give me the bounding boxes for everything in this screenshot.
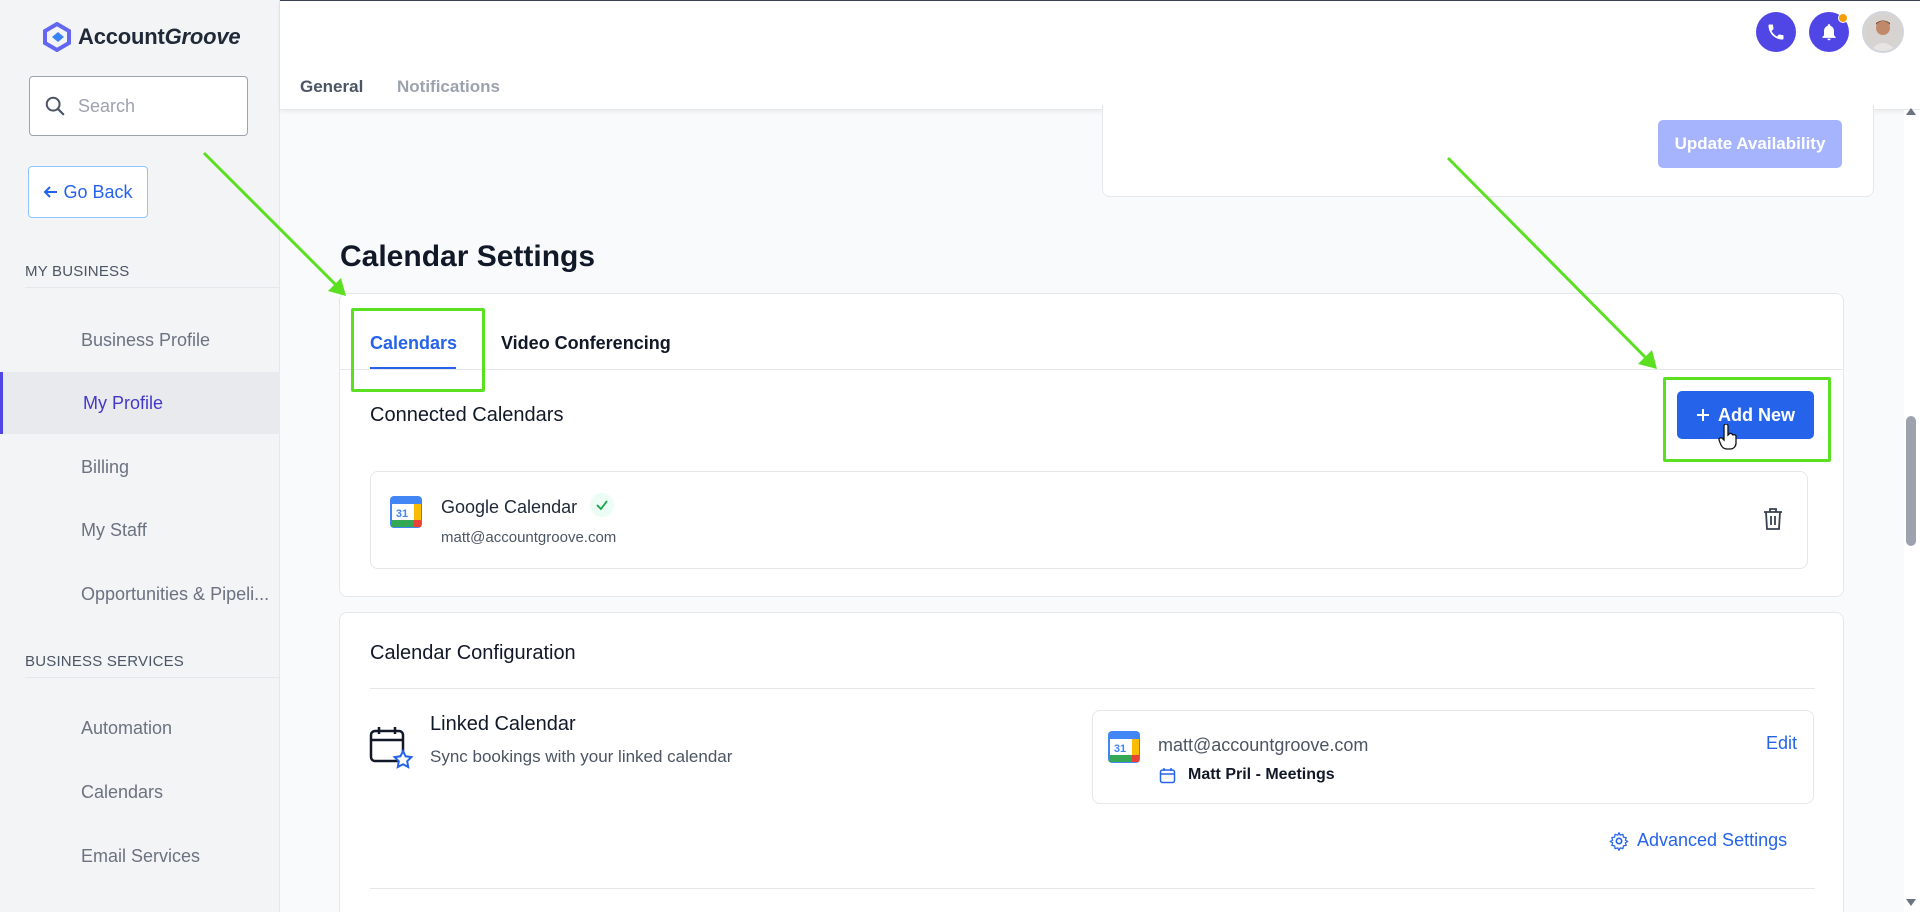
avatar-image-icon [1864, 13, 1902, 51]
google-calendar-icon: 31 [390, 496, 422, 528]
search-icon [45, 96, 65, 116]
linked-calendar-email: matt@accountgroove.com [1158, 735, 1369, 755]
calendar-name: Google Calendar [441, 497, 578, 517]
section-divider [25, 677, 280, 678]
linked-calendar-panel [1092, 710, 1814, 804]
calendar-email: matt@accountgroove.com [441, 529, 617, 546]
tab-video-conferencing[interactable]: Video Conferencing [501, 333, 671, 354]
logo[interactable]: AccountGroove [42, 22, 241, 52]
add-new-label: Add New [1717, 404, 1795, 425]
scroll-down-icon[interactable] [1905, 898, 1917, 908]
advanced-settings-link[interactable]: Advanced Settings [1609, 830, 1787, 851]
delete-calendar-button[interactable] [1762, 507, 1784, 536]
sidebar-item-automation[interactable]: Automation [0, 697, 280, 759]
sidebar-item-email-services[interactable]: Email Services [0, 825, 280, 887]
scrollbar-thumb[interactable] [1906, 416, 1916, 546]
sidebar-item-opportunities[interactable]: Opportunities & Pipeli... [0, 563, 280, 625]
calendar-settings-title: Calendar Settings [340, 240, 596, 273]
sidebar-item-business-profile[interactable]: Business Profile [0, 309, 280, 371]
go-back-button[interactable]: Go Back [28, 166, 148, 218]
bell-icon [1822, 24, 1836, 41]
user-avatar[interactable] [1862, 11, 1904, 53]
sidebar: AccountGroove Go Back MY BUSINESS Busine… [0, 0, 280, 912]
tab-calendars[interactable]: Calendars [370, 333, 457, 354]
phone-button[interactable] [1756, 12, 1796, 52]
go-back-label: Go Back [63, 181, 133, 202]
config-bottom-divider [370, 888, 1815, 889]
sidebar-item-billing[interactable]: Billing [0, 436, 280, 498]
tabs-divider [340, 369, 1843, 370]
hand-cursor-icon [1718, 424, 1737, 450]
scroll-up-icon[interactable] [1905, 106, 1917, 116]
top-header: General Notifications [280, 0, 1920, 110]
update-availability-button[interactable]: Update Availability [1658, 120, 1842, 168]
check-icon [596, 500, 608, 511]
connected-status-badge [590, 493, 614, 517]
google-calendar-icon: 31 [1108, 731, 1140, 763]
linked-calendar-title: Linked Calendar [430, 713, 576, 735]
config-divider [370, 688, 1815, 689]
section-title-my-business: MY BUSINESS [25, 263, 130, 280]
section-title-business-services: BUSINESS SERVICES [25, 653, 185, 670]
phone-icon [1768, 24, 1784, 40]
calendar-configuration-heading: Calendar Configuration [370, 642, 576, 664]
trash-icon [1764, 508, 1782, 530]
sidebar-item-my-profile[interactable]: My Profile [0, 372, 280, 434]
google-calendar-day: 31 [396, 508, 408, 520]
section-divider [25, 287, 280, 288]
logo-text: AccountGroove [78, 24, 241, 49]
search-box[interactable] [29, 76, 248, 136]
edit-linked-calendar-link[interactable]: Edit [1766, 733, 1797, 754]
calendar-list-item [370, 471, 1808, 569]
notification-dot [1838, 13, 1848, 23]
calendar-star-icon [369, 727, 414, 769]
connected-calendars-heading: Connected Calendars [370, 404, 564, 426]
plus-icon [1696, 409, 1709, 421]
calendar-small-icon [1159, 768, 1176, 784]
accountgroove-logo-icon [43, 22, 71, 52]
sidebar-item-calendars[interactable]: Calendars [0, 761, 280, 823]
search-input[interactable] [78, 95, 228, 117]
tab-notifications[interactable]: Notifications [397, 77, 500, 97]
linked-calendar-description: Sync bookings with your linked calendar [430, 747, 733, 766]
add-new-calendar-button[interactable]: Add New [1677, 391, 1814, 439]
linked-calendar-name: Matt Pril - Meetings [1188, 766, 1335, 783]
advanced-settings-label: Advanced Settings [1637, 830, 1788, 850]
gear-icon [1609, 831, 1629, 851]
tab-general[interactable]: General [300, 77, 363, 97]
arrow-left-icon [44, 186, 58, 198]
google-calendar-day: 31 [1114, 743, 1126, 755]
sidebar-item-my-staff[interactable]: My Staff [0, 499, 280, 561]
notifications-button[interactable] [1809, 12, 1849, 52]
